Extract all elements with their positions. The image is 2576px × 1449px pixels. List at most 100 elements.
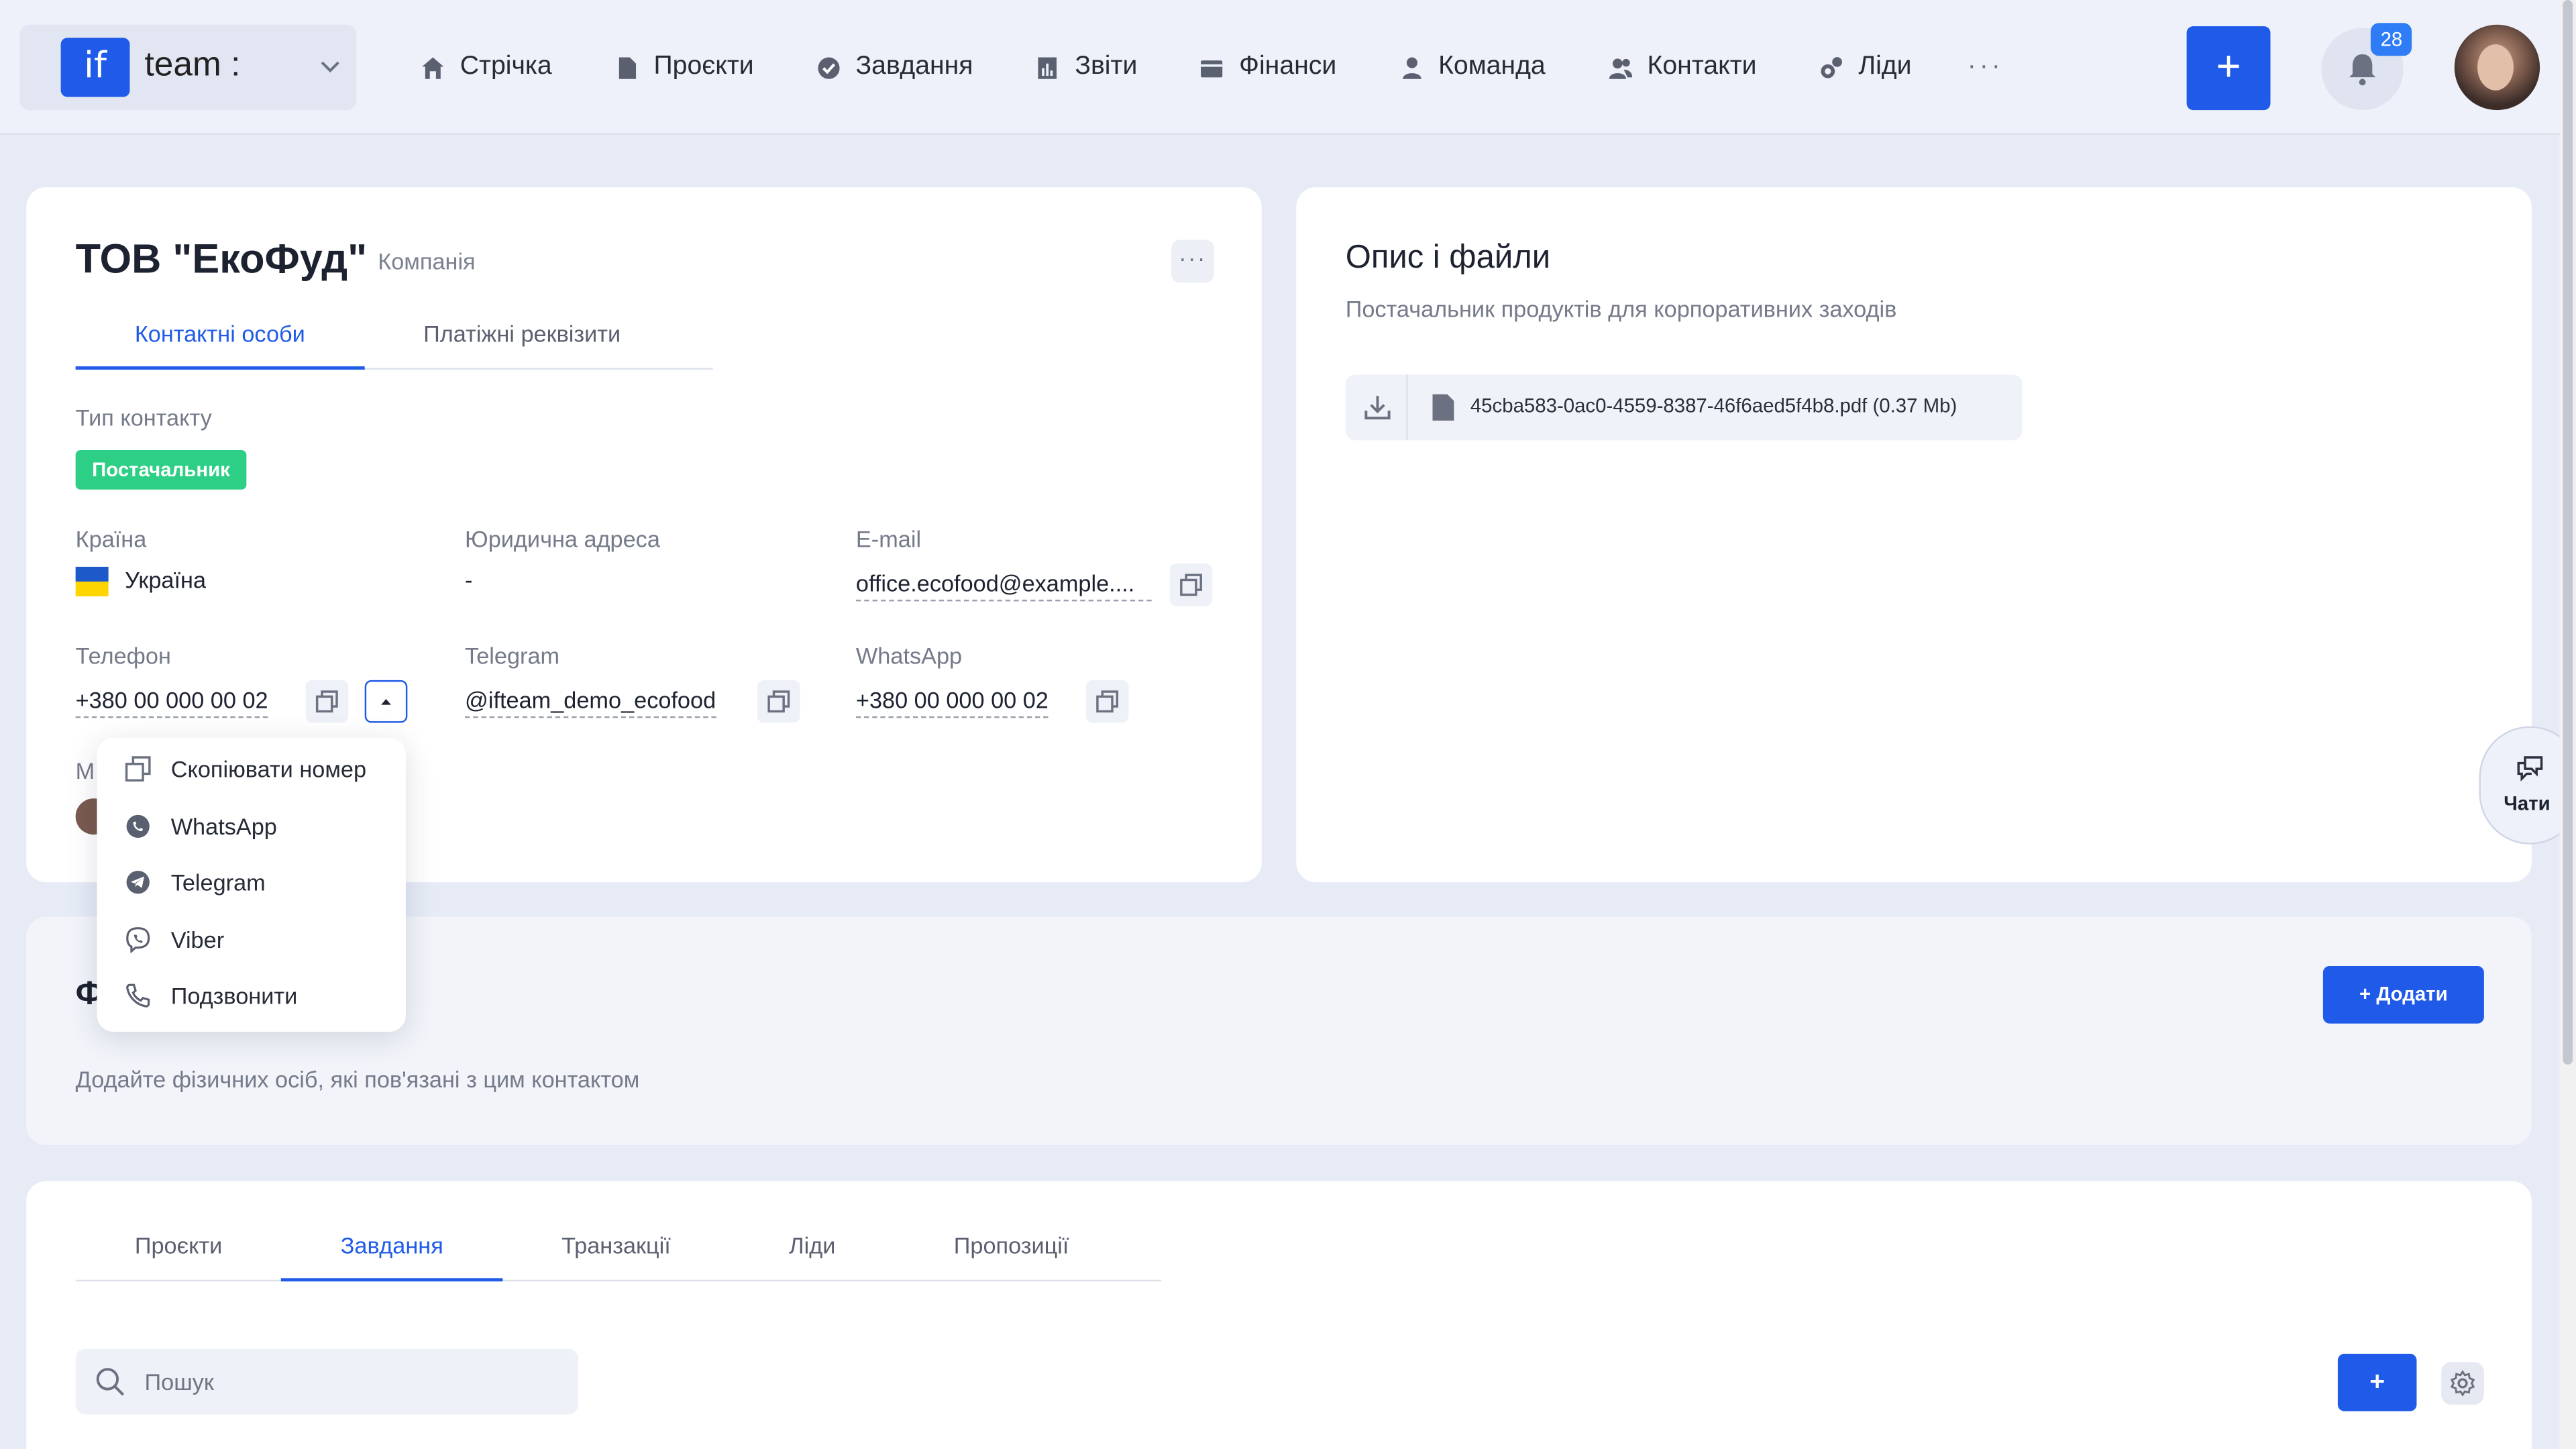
file-attachment[interactable]: 45cba583-0ac0-4559-8387-46f6aed5f4b8.pdf… <box>1345 374 2023 441</box>
nav-item-label: Стрічка <box>460 52 552 81</box>
phone-actions-toggle[interactable] <box>364 680 408 723</box>
tab-contact-persons[interactable]: Контактні особи <box>75 307 364 370</box>
gear-icon <box>2450 1370 2475 1397</box>
file-icon <box>1432 394 1454 421</box>
menu-item-viber[interactable]: Viber <box>97 911 405 967</box>
chevron-down-icon <box>321 61 339 73</box>
menu-item-telegram[interactable]: Telegram <box>97 854 405 910</box>
notifications-badge: 28 <box>2370 23 2412 56</box>
copy-whatsapp-button[interactable] <box>1085 680 1129 723</box>
tab-leads[interactable]: Ліди <box>730 1216 895 1281</box>
tab-tasks[interactable]: Завдання <box>281 1216 502 1282</box>
menu-item-whatsapp[interactable]: WhatsApp <box>97 798 405 854</box>
main-nav: Стрічка Проєкти Завдання Звіти Фінанси К… <box>421 49 2004 85</box>
nav-item-projects[interactable]: Проєкти <box>614 52 754 82</box>
menu-item-label: WhatsApp <box>170 812 277 839</box>
chat-icon <box>2517 756 2543 782</box>
telegram-value[interactable]: @ifteam_demo_ecofood <box>465 687 716 718</box>
download-button[interactable] <box>1346 374 1408 441</box>
ukraine-flag-icon <box>75 566 109 596</box>
address-value: - <box>465 566 473 594</box>
description-title: Опис і файли <box>1345 239 1551 276</box>
menu-item-label: Viber <box>170 926 225 953</box>
tab-transactions[interactable]: Транзакції <box>502 1216 730 1281</box>
nav-item-tasks[interactable]: Завдання <box>816 52 973 82</box>
team-name: team : <box>144 46 241 84</box>
contact-more-button[interactable]: ··· <box>1171 239 1214 283</box>
nav-item-label: Контакти <box>1647 52 1757 81</box>
tab-projects[interactable]: Проєкти <box>76 1216 282 1281</box>
page-title: ТОВ "ЕкоФуд" <box>75 236 368 283</box>
file-name: 45cba583-0ac0-4559-8387-46f6aed5f4b8.pdf… <box>1470 394 1957 418</box>
nav-item-finance[interactable]: Фінанси <box>1199 52 1336 82</box>
nav-item-label: Завдання <box>855 52 973 81</box>
nav-item-feed[interactable]: Стрічка <box>421 52 552 82</box>
nav-item-team[interactable]: Команда <box>1399 52 1546 82</box>
search-input[interactable] <box>144 1348 555 1415</box>
menu-item-call[interactable]: Подзвонити <box>97 967 405 1024</box>
nav-item-label: Фінанси <box>1239 52 1337 81</box>
country-value: Україна <box>125 566 207 594</box>
copy-phone-button[interactable] <box>305 680 349 723</box>
nav-item-label: Звіти <box>1075 52 1138 81</box>
contact-type-label: Тип контакту <box>75 404 212 431</box>
leads-icon <box>1821 56 1843 78</box>
phone-value[interactable]: +380 00 000 00 02 <box>75 687 268 718</box>
whatsapp-label: WhatsApp <box>855 642 963 669</box>
search-icon <box>96 1368 125 1396</box>
menu-item-label: Telegram <box>170 869 266 896</box>
manager-label: М <box>75 757 95 784</box>
email-value[interactable]: office.ecofood@example.... <box>855 570 1152 602</box>
phone-label: Телефон <box>75 642 171 669</box>
download-icon <box>1364 396 1391 420</box>
add-person-button[interactable]: + Додати <box>2322 966 2484 1024</box>
related-tabs: Проєкти Завдання Транзакції Ліди Пропози… <box>75 1216 1162 1282</box>
copy-telegram-button[interactable] <box>757 680 800 723</box>
wallet-icon <box>1201 59 1223 77</box>
copy-email-button[interactable] <box>1169 564 1213 606</box>
tab-proposals[interactable]: Пропозиції <box>895 1216 1128 1281</box>
copy-icon <box>767 690 790 713</box>
country-label: Країна <box>75 525 147 552</box>
copy-icon <box>1096 690 1119 713</box>
home-icon <box>422 56 444 78</box>
add-task-button[interactable]: + <box>2337 1353 2417 1411</box>
nav-item-label: Команда <box>1438 52 1546 81</box>
telegram-label: Telegram <box>465 642 560 669</box>
report-icon <box>1038 56 1057 78</box>
document-icon <box>619 56 636 78</box>
description-card: Опис і файли Постачальник продуктів для … <box>1296 187 2532 883</box>
search-field[interactable] <box>75 1348 579 1415</box>
nav-item-reports[interactable]: Звіти <box>1036 52 1138 82</box>
email-label: E-mail <box>855 525 922 552</box>
whatsapp-icon <box>126 814 150 838</box>
nav-more-button[interactable]: ··· <box>1968 52 2004 82</box>
tab-payment-details[interactable]: Платіжні реквізити <box>364 307 680 370</box>
address-label: Юридична адреса <box>465 525 660 552</box>
bell-icon <box>2349 54 2376 86</box>
nav-item-label: Ліди <box>1858 52 1912 81</box>
table-settings-button[interactable] <box>2441 1362 2484 1405</box>
contact-kind: Компанія <box>378 248 476 274</box>
telegram-icon <box>126 871 150 894</box>
nav-item-contacts[interactable]: Контакти <box>1608 52 1757 82</box>
related-items-card: Проєкти Завдання Транзакції Ліди Пропози… <box>26 1181 2532 1449</box>
phone-actions-menu: Скопіювати номер WhatsApp Telegram Viber… <box>97 737 406 1032</box>
global-add-button[interactable]: + <box>2186 26 2271 111</box>
menu-item-copy-number[interactable]: Скопіювати номер <box>97 741 405 797</box>
user-avatar[interactable] <box>2454 24 2540 111</box>
whatsapp-value[interactable]: +380 00 000 00 02 <box>855 687 1049 718</box>
scrollbar-thumb[interactable] <box>2563 0 2573 1065</box>
person-icon <box>1401 56 1421 78</box>
team-logo: if <box>60 38 130 97</box>
copy-icon <box>1180 574 1202 596</box>
viber-icon <box>126 926 150 953</box>
app-root: if team : Стрічка Проєкти Завдання Звіти <box>0 0 2576 1449</box>
chevron-up-icon <box>381 699 391 705</box>
check-circle-icon <box>818 56 840 78</box>
contact-type-badge: Постачальник <box>75 450 247 490</box>
nav-item-label: Проєкти <box>653 52 754 81</box>
page-scrollbar[interactable] <box>2559 0 2576 1449</box>
team-switcher[interactable]: if team : <box>19 24 357 111</box>
nav-item-leads[interactable]: Ліди <box>1819 52 1912 82</box>
